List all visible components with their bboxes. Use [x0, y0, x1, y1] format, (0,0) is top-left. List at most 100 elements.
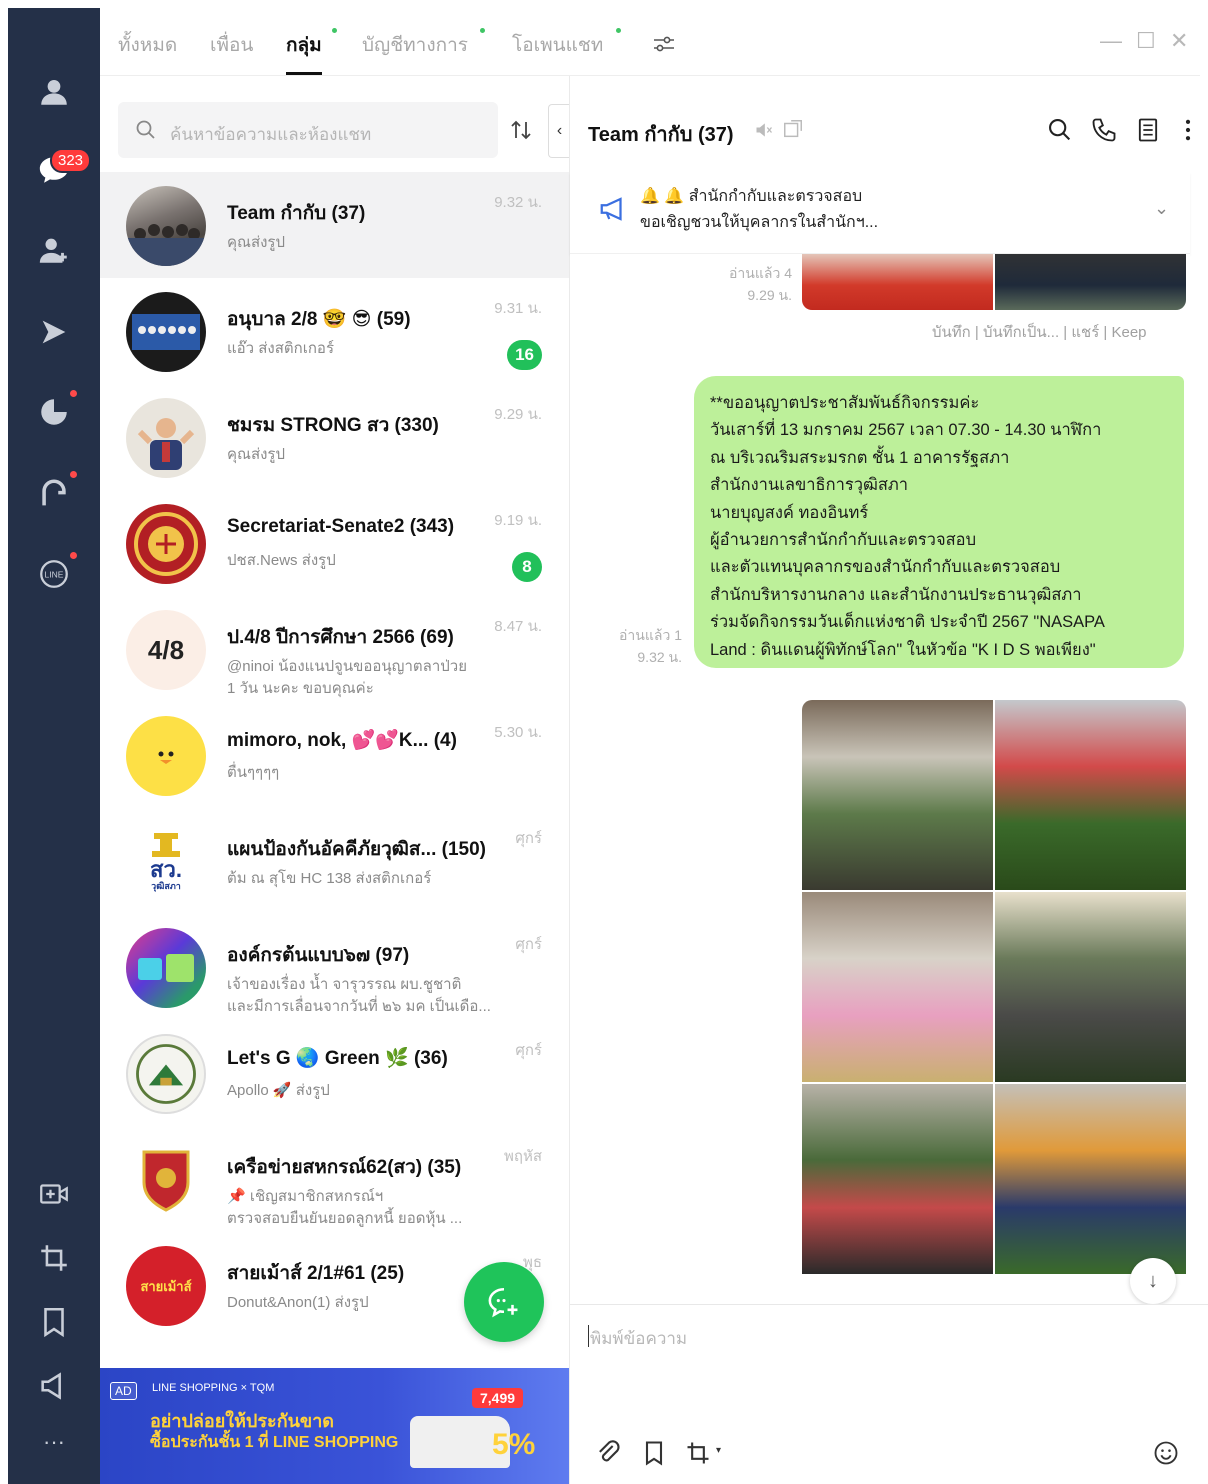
ad-price: 7,499: [472, 1388, 524, 1408]
keep-icon[interactable]: [32, 1300, 76, 1344]
chat-time: 9.29 น.: [494, 406, 542, 423]
profile-icon[interactable]: [32, 70, 76, 114]
groups-dot: [332, 28, 337, 33]
message-input[interactable]: พิมพ์ข้อความ: [587, 1325, 687, 1352]
chat-row[interactable]: mimoro, nok, 💕💕K... (4) ตื่นๆๆๆๆ 5.30 น.: [100, 702, 569, 808]
official-dot: [480, 28, 485, 33]
voom-icon[interactable]: [32, 310, 76, 354]
ad-label: AD: [110, 1382, 137, 1400]
new-chat-button[interactable]: [464, 1262, 544, 1342]
openchat-dot: [70, 552, 77, 559]
message-composer[interactable]: พิมพ์ข้อความ ▾: [570, 1304, 1208, 1484]
photo-thumbnail[interactable]: [995, 1084, 1186, 1274]
avatar-label: สายเม้าส์: [140, 1278, 192, 1294]
external-window-icon[interactable]: [782, 118, 804, 140]
line-openchat-icon[interactable]: LINE: [32, 552, 76, 596]
ad-discount: 5%: [492, 1428, 536, 1461]
chevron-down-icon[interactable]: ⌄: [1154, 198, 1169, 219]
previous-photo[interactable]: [802, 254, 1186, 310]
chat-row[interactable]: ชมรม STRONG สว (330) คุณส่งรูป 9.29 น.: [100, 384, 569, 490]
message-line: และตัวแทนบุคลากรของสำนักกำกับและตรวจสอบ: [710, 558, 1061, 577]
chat-preview-line2: ตรวจสอบยืนยันยอดลูกหนี้ ยอดหุ้น ...: [227, 1210, 463, 1227]
tab-openchat[interactable]: โอเพนแชท: [512, 30, 603, 60]
chat-name: อนุบาล 2/8 🤓 😎 (59): [227, 309, 411, 330]
announcement-icon[interactable]: [32, 1364, 76, 1408]
keep-save-icon[interactable]: [640, 1439, 668, 1467]
chat-time: ศุกร์: [515, 830, 542, 847]
maximize-icon[interactable]: ☐: [1136, 28, 1156, 54]
group-avatar: สว. วุฒิสภา: [126, 822, 206, 902]
group-avatar: [126, 398, 206, 478]
message-list[interactable]: อ่านแล้ว 4 9.29 น. บันทึก | บันทึกเป็น..…: [570, 254, 1190, 1304]
chat-row[interactable]: Secretariat-Senate2 (343) ปชส.News ส่งรู…: [100, 490, 569, 596]
photo-thumbnail[interactable]: [995, 892, 1186, 1082]
read-count: อ่านแล้ว 4: [729, 265, 792, 281]
notes-icon[interactable]: [1134, 116, 1162, 144]
chat-row[interactable]: องค์กรต้นแบบ๖๗ (97) เจ้าของเรื่อง น้ำ จา…: [100, 914, 569, 1020]
chat-row[interactable]: สว. วุฒิสภา แผนป้องกันอัคคีภัยวุฒิส... (…: [100, 808, 569, 914]
chat-header: Team กำกับ (37): [570, 76, 1208, 180]
mute-icon: [756, 123, 773, 137]
chat-preview: 📌 เชิญสมาชิกสหกรณ์ฯ: [227, 1188, 384, 1205]
ad-brand: LINE SHOPPING × TQM: [152, 1382, 275, 1394]
ad-subline: ซื้อประกันชั้น 1 ที่ LINE SHOPPING: [150, 1434, 399, 1451]
chat-time: ศุกร์: [515, 1042, 542, 1059]
video-call-icon[interactable]: [32, 1172, 76, 1216]
chat-row[interactable]: เครือข่ายสหกรณ์62(สว) (35) 📌 เชิญสมาชิกส…: [100, 1126, 569, 1232]
chat-row[interactable]: 4/8 ป.4/8 ปีการศึกษา 2566 (69) @ninoi น้…: [100, 596, 569, 702]
message-line: Land : ดินแดนผู้พิทักษ์โลก" ในหัวข้อ "K …: [710, 640, 1096, 659]
tab-groups[interactable]: กลุ่ม: [286, 30, 322, 60]
capture-icon[interactable]: [684, 1439, 712, 1467]
photo-thumbnail[interactable]: [802, 892, 993, 1082]
tab-all[interactable]: ทั้งหมด: [118, 30, 177, 60]
group-avatar: [126, 292, 206, 372]
screenshot-icon[interactable]: [32, 1236, 76, 1280]
scroll-to-bottom-button[interactable]: ↓: [1130, 1258, 1176, 1304]
avatar-label: สว.: [150, 857, 182, 882]
chat-row[interactable]: Let's G 🌏 Green 🌿 (36) Apollo 🚀 ส่งรูป ศ…: [100, 1020, 569, 1126]
megaphone-icon: [600, 197, 622, 221]
more-icon[interactable]: ···: [32, 1420, 76, 1464]
ad-banner[interactable]: AD LINE SHOPPING × TQM อย่าปล่อยให้ประกั…: [100, 1368, 569, 1484]
today-icon[interactable]: [32, 390, 76, 434]
chat-name: แผนป้องกันอัคคีภัยวุฒิส... (150): [227, 839, 486, 860]
tab-official-accounts[interactable]: บัญชีทางการ: [362, 30, 468, 60]
message-time: 9.32 น.: [637, 649, 682, 665]
minimize-icon[interactable]: —: [1100, 28, 1122, 54]
wallet-icon[interactable]: [32, 472, 76, 516]
collapse-panel-button[interactable]: ‹: [548, 104, 569, 158]
capture-dropdown-icon[interactable]: ▾: [716, 1445, 721, 1456]
add-friend-icon[interactable]: [32, 228, 76, 272]
search-icon: [136, 120, 155, 139]
photo-thumbnail[interactable]: [802, 1084, 993, 1274]
sort-icon[interactable]: [510, 118, 532, 142]
chat-time: พฤหัส: [503, 1148, 542, 1165]
svg-text:LINE: LINE: [45, 570, 64, 580]
search-input[interactable]: ค้นหาข้อความและห้องแชท: [118, 102, 498, 158]
chat-name: Secretariat-Senate2 (343): [227, 516, 455, 537]
attachment-icon[interactable]: [594, 1439, 622, 1467]
tab-friends[interactable]: เพื่อน: [210, 30, 253, 60]
wallet-dot: [70, 471, 77, 478]
photo-album[interactable]: [802, 700, 1186, 1304]
emoji-icon[interactable]: [1152, 1439, 1180, 1467]
message-bubble[interactable]: **ขออนุญาตประชาสัมพันธ์กิจกรรมค่ะ วันเสา…: [694, 376, 1184, 668]
chat-row[interactable]: อนุบาล 2/8 🤓 😎 (59) แอ๊ว ส่งสติกเกอร์ 9.…: [100, 278, 569, 384]
chat-preview: คุณส่งรูป: [227, 234, 286, 251]
announcement-bar[interactable]: 🔔 🔔 สำนักกำกับและตรวจสอบ ขอเชิญชวนให้บุค…: [570, 172, 1190, 254]
filter-settings-icon[interactable]: [652, 34, 676, 54]
chat-name: เครือข่ายสหกรณ์62(สว) (35): [227, 1157, 462, 1178]
chat-row[interactable]: Team กำกับ (37) คุณส่งรูป 9.32 น.: [100, 172, 569, 278]
chat-time: 8.47 น.: [494, 618, 542, 635]
announcement-text: ขอเชิญชวนให้บุคลากรในสำนักฯ...: [640, 214, 879, 231]
message-line: วันเสาร์ที่ 13 มกราคม 2567 เวลา 07.30 - …: [710, 421, 1102, 440]
chat-time: ศุกร์: [515, 936, 542, 953]
image-actions[interactable]: บันทึก | บันทึกเป็น... | แชร์ | Keep: [932, 320, 1147, 344]
more-options-icon[interactable]: [1174, 116, 1202, 144]
chat-search-icon[interactable]: [1046, 116, 1074, 144]
call-icon[interactable]: [1090, 116, 1118, 144]
photo-thumbnail[interactable]: [995, 700, 1186, 890]
photo-thumbnail[interactable]: [802, 700, 993, 890]
close-icon[interactable]: ✕: [1170, 28, 1188, 54]
group-avatar: [126, 928, 206, 1008]
